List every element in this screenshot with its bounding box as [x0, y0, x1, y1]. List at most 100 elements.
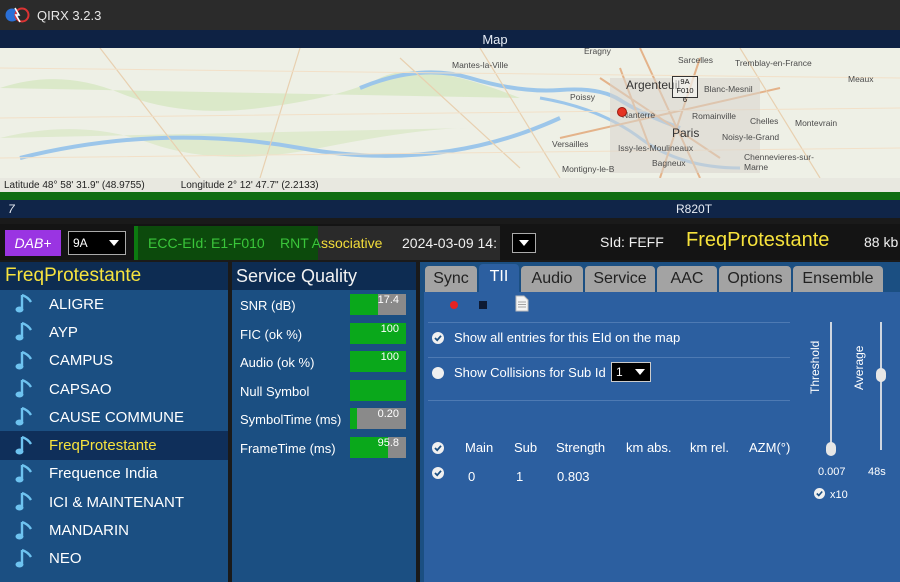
map-place: Chelles	[750, 116, 779, 126]
title-bar: QIRX 3.2.3	[0, 0, 900, 30]
threshold-track[interactable]	[830, 322, 832, 450]
map-place: Montigny-le-B	[562, 164, 615, 174]
music-note-icon	[15, 491, 33, 513]
quality-row: Audio (ok %) 100	[232, 347, 416, 376]
map-view[interactable]: Eragny Mantes-la-Ville Poissy Argenteuil…	[0, 48, 900, 178]
station-list-item[interactable]: CAPSAO	[0, 375, 228, 403]
threshold-slider-thumb[interactable]	[826, 442, 836, 456]
tab-tii[interactable]: TII	[479, 264, 519, 292]
quality-value: 0.20	[377, 408, 399, 420]
show-collisions-label: Show Collisions for Sub Id	[454, 365, 606, 380]
column-strength: Strength	[556, 440, 606, 455]
service-quality-panel: Service Quality SNR (dB) 17.4 FIC (ok %) 10…	[232, 262, 416, 582]
tab-sync[interactable]: Sync	[425, 266, 477, 292]
music-note-icon	[15, 293, 33, 315]
dab-mode-badge[interactable]: DAB+	[5, 230, 61, 256]
service-select[interactable]	[512, 233, 536, 253]
tab-aac[interactable]: AAC	[657, 266, 717, 292]
show-collisions-option[interactable]: Show Collisions for Sub Id 1	[428, 357, 790, 387]
quality-value: 95.8	[377, 436, 399, 449]
programme-type-head: RNT A	[280, 235, 321, 251]
threshold-label: Threshold	[808, 340, 822, 394]
map-place: Sarcelles	[678, 55, 713, 65]
map-place: Meaux	[848, 74, 874, 84]
tab-audio[interactable]: Audio	[521, 266, 583, 292]
quality-bar-fill	[350, 379, 406, 401]
station-list-item[interactable]: ICI & MAINTENANT	[0, 488, 228, 516]
bitrate: 88 kb	[864, 234, 899, 250]
column-main: Main	[465, 440, 494, 455]
tab-service[interactable]: Service	[585, 266, 655, 292]
channel-select[interactable]: 9A	[68, 231, 126, 255]
transmitter-marker[interactable]: 9A F010 6	[672, 76, 698, 104]
map-place: Noisy-le-Grand	[722, 132, 780, 142]
music-note-icon	[15, 378, 33, 400]
music-note-icon	[15, 406, 33, 428]
ensemble-info: ECC-EId: E1-F010 RNT Associative 2024-03…	[134, 226, 500, 260]
window-title: QIRX 3.2.3	[37, 7, 102, 23]
music-note-icon	[15, 463, 33, 485]
ecc-eid-label: ECC-EId: E1-F010	[148, 235, 265, 251]
map-place: Mantes-la-Ville	[452, 60, 509, 70]
station-list-title: FreqProtestante	[0, 262, 228, 290]
service-quality-rows: SNR (dB) 17.4 FIC (ok %) 100 Audio (ok %) 100…	[232, 290, 416, 461]
record-icon[interactable]	[450, 301, 458, 309]
station-list-item[interactable]: MANDARIN	[0, 516, 228, 544]
date-time: 2024-03-09 14:	[402, 235, 497, 251]
column-km-rel: km rel.	[690, 440, 729, 455]
row-checkbox-icon[interactable]	[432, 467, 444, 479]
tuner-name: R820T	[676, 202, 713, 216]
quality-label: FrameTime (ms)	[240, 440, 336, 456]
music-note-icon	[15, 548, 33, 570]
average-track[interactable]	[880, 322, 882, 450]
qirx-window: QIRX 3.2.3 Map Eragny Mantes-la-Ville Po…	[0, 0, 900, 582]
map-place: Bagneux	[652, 158, 686, 168]
station-list-item[interactable]: FreqProtestante	[0, 431, 228, 460]
longitude-readout: Longitude 2° 12' 47.7" (2.2133)	[180, 179, 319, 191]
map-place: Blanc-Mesnil	[704, 84, 753, 94]
map-place: Issy-les-Moulineaux	[618, 143, 694, 153]
show-all-entries-option[interactable]: Show all entries for this EId on the map	[428, 322, 790, 352]
tii-tab-content: Show all entries for this EId on the map…	[424, 292, 900, 582]
station-list-item[interactable]: CAMPUS	[0, 347, 228, 375]
threshold-value: 0.007	[818, 466, 846, 478]
station-list-item[interactable]: NEO	[0, 545, 228, 573]
x10-checkbox-icon[interactable]	[814, 488, 825, 499]
station-list-item[interactable]: AYP	[0, 318, 228, 346]
station-name: Frequence India	[49, 465, 158, 483]
station-list-item[interactable]: CAUSE COMMUNE	[0, 403, 228, 431]
sub-id-select[interactable]: 1	[611, 362, 651, 382]
checkbox-checked-icon[interactable]	[432, 332, 444, 344]
quality-row: SNR (dB) 17.4	[232, 290, 416, 319]
music-note-icon	[15, 435, 33, 457]
tab-options[interactable]: Options	[719, 266, 791, 292]
signal-level-bar	[0, 192, 900, 200]
map-place: Paris	[672, 126, 700, 140]
quality-bar-fill	[350, 294, 378, 315]
tab-ensemble[interactable]: Ensemble	[793, 266, 883, 292]
quality-label: FIC (ok %)	[240, 326, 303, 342]
map-place: Eragny	[584, 48, 611, 56]
current-station-name: FreqProtestante	[686, 229, 830, 251]
receiver-location-marker[interactable]	[617, 107, 627, 117]
checkbox-unchecked-icon[interactable]	[432, 367, 444, 379]
music-note-icon	[15, 520, 33, 542]
quality-row: FrameTime (ms) 95.8	[232, 433, 416, 462]
music-note-icon	[15, 350, 33, 372]
average-slider-thumb[interactable]	[876, 368, 886, 382]
document-icon[interactable]	[515, 295, 529, 312]
column-km-abs: km abs.	[626, 440, 672, 455]
channel-value: 9A	[73, 236, 88, 250]
quality-value: 17.4	[377, 294, 399, 306]
station-name: CAPSAO	[49, 380, 112, 398]
station-list-item[interactable]: Frequence India	[0, 460, 228, 488]
programme-type: RNT Associative	[280, 235, 382, 251]
station-list-item[interactable]: ALIGRE	[0, 290, 228, 318]
stop-icon[interactable]	[479, 301, 487, 309]
chevron-down-icon	[519, 240, 529, 246]
info-bar: DAB+ 9A ECC-EId: E1-F010 RNT Associative…	[0, 224, 900, 260]
quality-value: 100	[380, 351, 399, 363]
select-all-checkbox-icon[interactable]	[432, 442, 444, 454]
map-place: Versailles	[552, 139, 589, 149]
sub-id-value: 1	[616, 365, 623, 379]
